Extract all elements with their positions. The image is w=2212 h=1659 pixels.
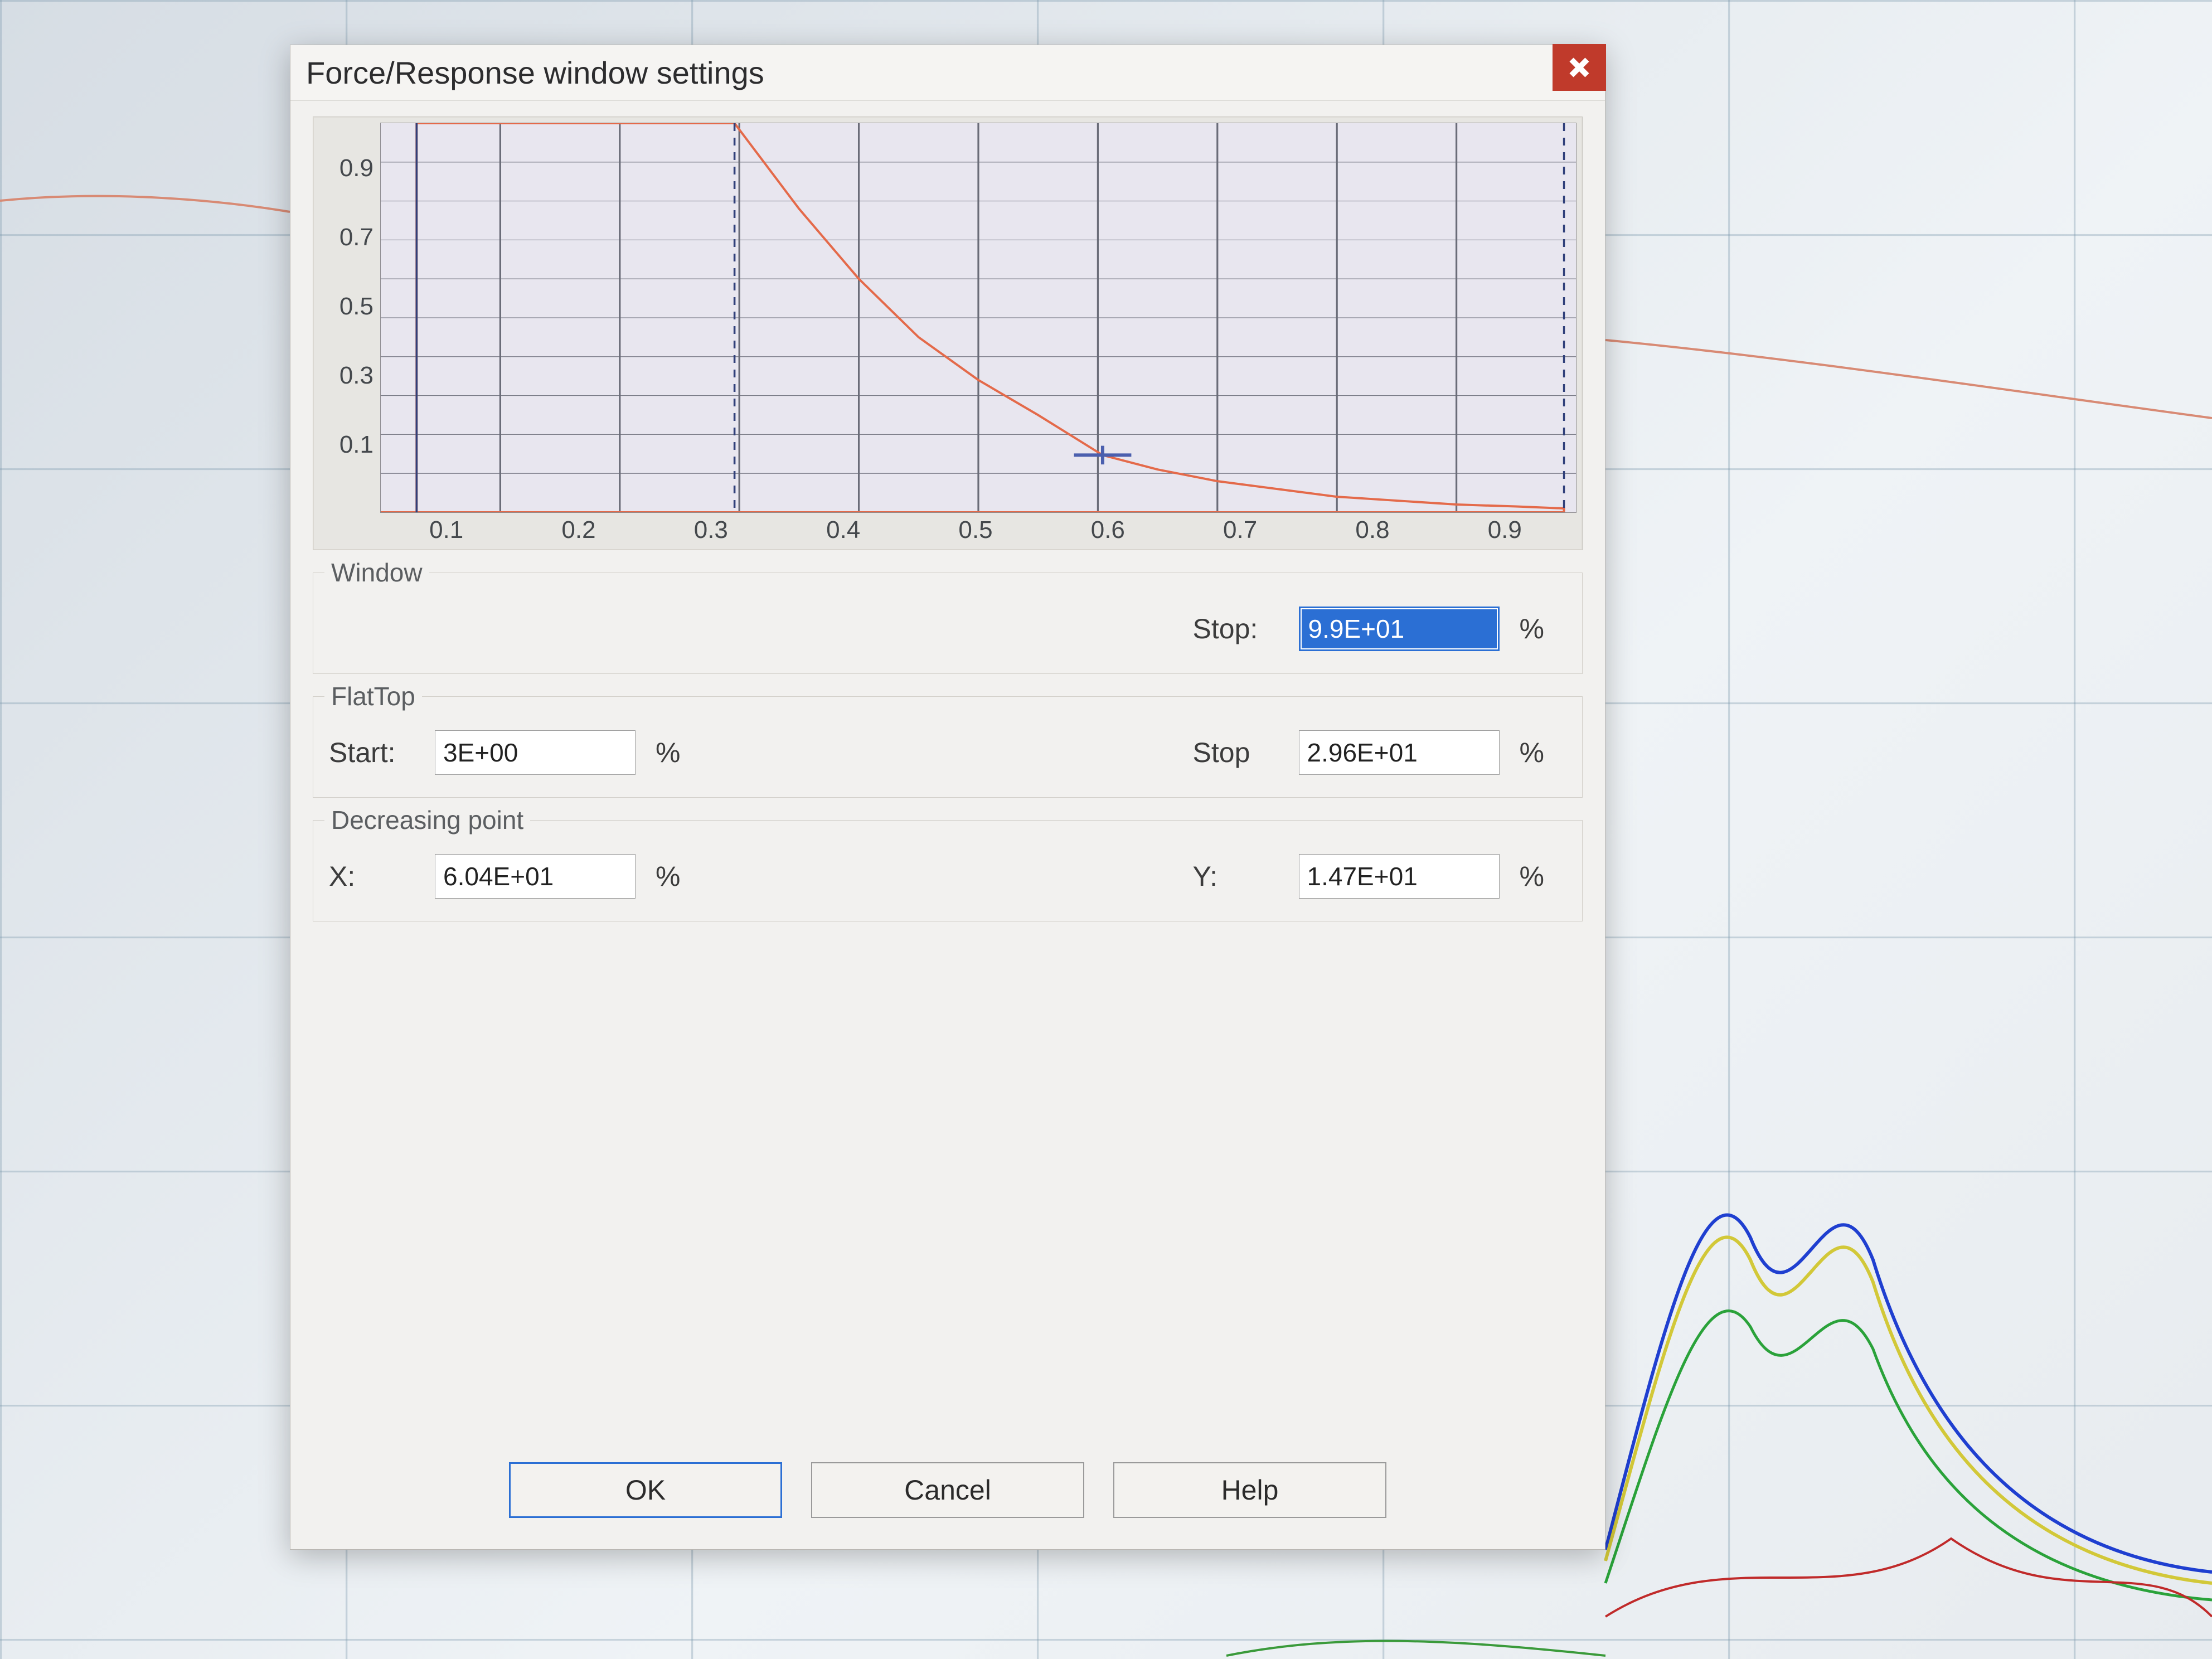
decreasing-x-input[interactable]	[435, 854, 636, 899]
window-group: Window Stop: %	[313, 573, 1583, 674]
window-group-label: Window	[324, 557, 429, 588]
x-tick: 0.3	[645, 516, 777, 544]
preview-chart: 0.9 0.7 0.5 0.3 0.1 0.1 0.2 0.3 0.4 0.5 …	[313, 117, 1583, 550]
y-tick: 0.7	[319, 224, 373, 251]
x-tick: 0.8	[1306, 516, 1438, 544]
x-tick: 0.9	[1439, 516, 1571, 544]
flattop-stop-label: Stop	[1193, 736, 1282, 769]
close-icon	[1568, 56, 1590, 79]
dialog-title: Force/Response window settings	[306, 55, 764, 91]
chart-y-axis: 0.9 0.7 0.5 0.3 0.1	[319, 123, 380, 513]
y-tick: 0.1	[319, 431, 373, 459]
flattop-stop-unit: %	[1520, 736, 1544, 769]
chart-plot-area[interactable]	[380, 123, 1576, 513]
x-tick: 0.7	[1174, 516, 1306, 544]
flattop-start-unit: %	[656, 736, 680, 769]
flattop-stop-input[interactable]	[1299, 730, 1500, 775]
x-tick: 0.1	[380, 516, 512, 544]
help-button[interactable]: Help	[1113, 1462, 1386, 1518]
decreasing-x-unit: %	[656, 860, 680, 892]
close-button[interactable]	[1553, 44, 1606, 91]
window-stop-input[interactable]	[1299, 607, 1500, 651]
ok-button[interactable]: OK	[509, 1462, 782, 1518]
flattop-start-label: Start:	[329, 736, 418, 769]
x-tick: 0.5	[909, 516, 1041, 544]
cancel-button[interactable]: Cancel	[811, 1462, 1084, 1518]
flattop-start-input[interactable]	[435, 730, 636, 775]
y-tick: 0.5	[319, 293, 373, 321]
x-tick: 0.4	[777, 516, 909, 544]
y-tick: 0.9	[319, 154, 373, 182]
titlebar[interactable]: Force/Response window settings	[290, 45, 1605, 101]
force-response-settings-dialog: Force/Response window settings 0.9 0.7 0…	[290, 45, 1605, 1550]
dialog-button-row: OK Cancel Help	[290, 1462, 1605, 1518]
window-stop-unit: %	[1520, 613, 1544, 645]
x-tick: 0.6	[1042, 516, 1174, 544]
flattop-group: FlatTop Start: % Stop %	[313, 696, 1583, 798]
decreasing-y-label: Y:	[1193, 860, 1282, 892]
decreasing-y-input[interactable]	[1299, 854, 1500, 899]
chart-x-axis: 0.1 0.2 0.3 0.4 0.5 0.6 0.7 0.8 0.9	[319, 516, 1576, 544]
x-tick: 0.2	[512, 516, 644, 544]
y-tick: 0.3	[319, 362, 373, 390]
window-stop-label: Stop:	[1193, 613, 1282, 645]
decreasing-y-unit: %	[1520, 860, 1544, 892]
decreasing-x-label: X:	[329, 860, 418, 892]
decreasing-group-label: Decreasing point	[324, 805, 530, 835]
decreasing-group: Decreasing point X: % Y: %	[313, 820, 1583, 921]
flattop-group-label: FlatTop	[324, 681, 422, 711]
